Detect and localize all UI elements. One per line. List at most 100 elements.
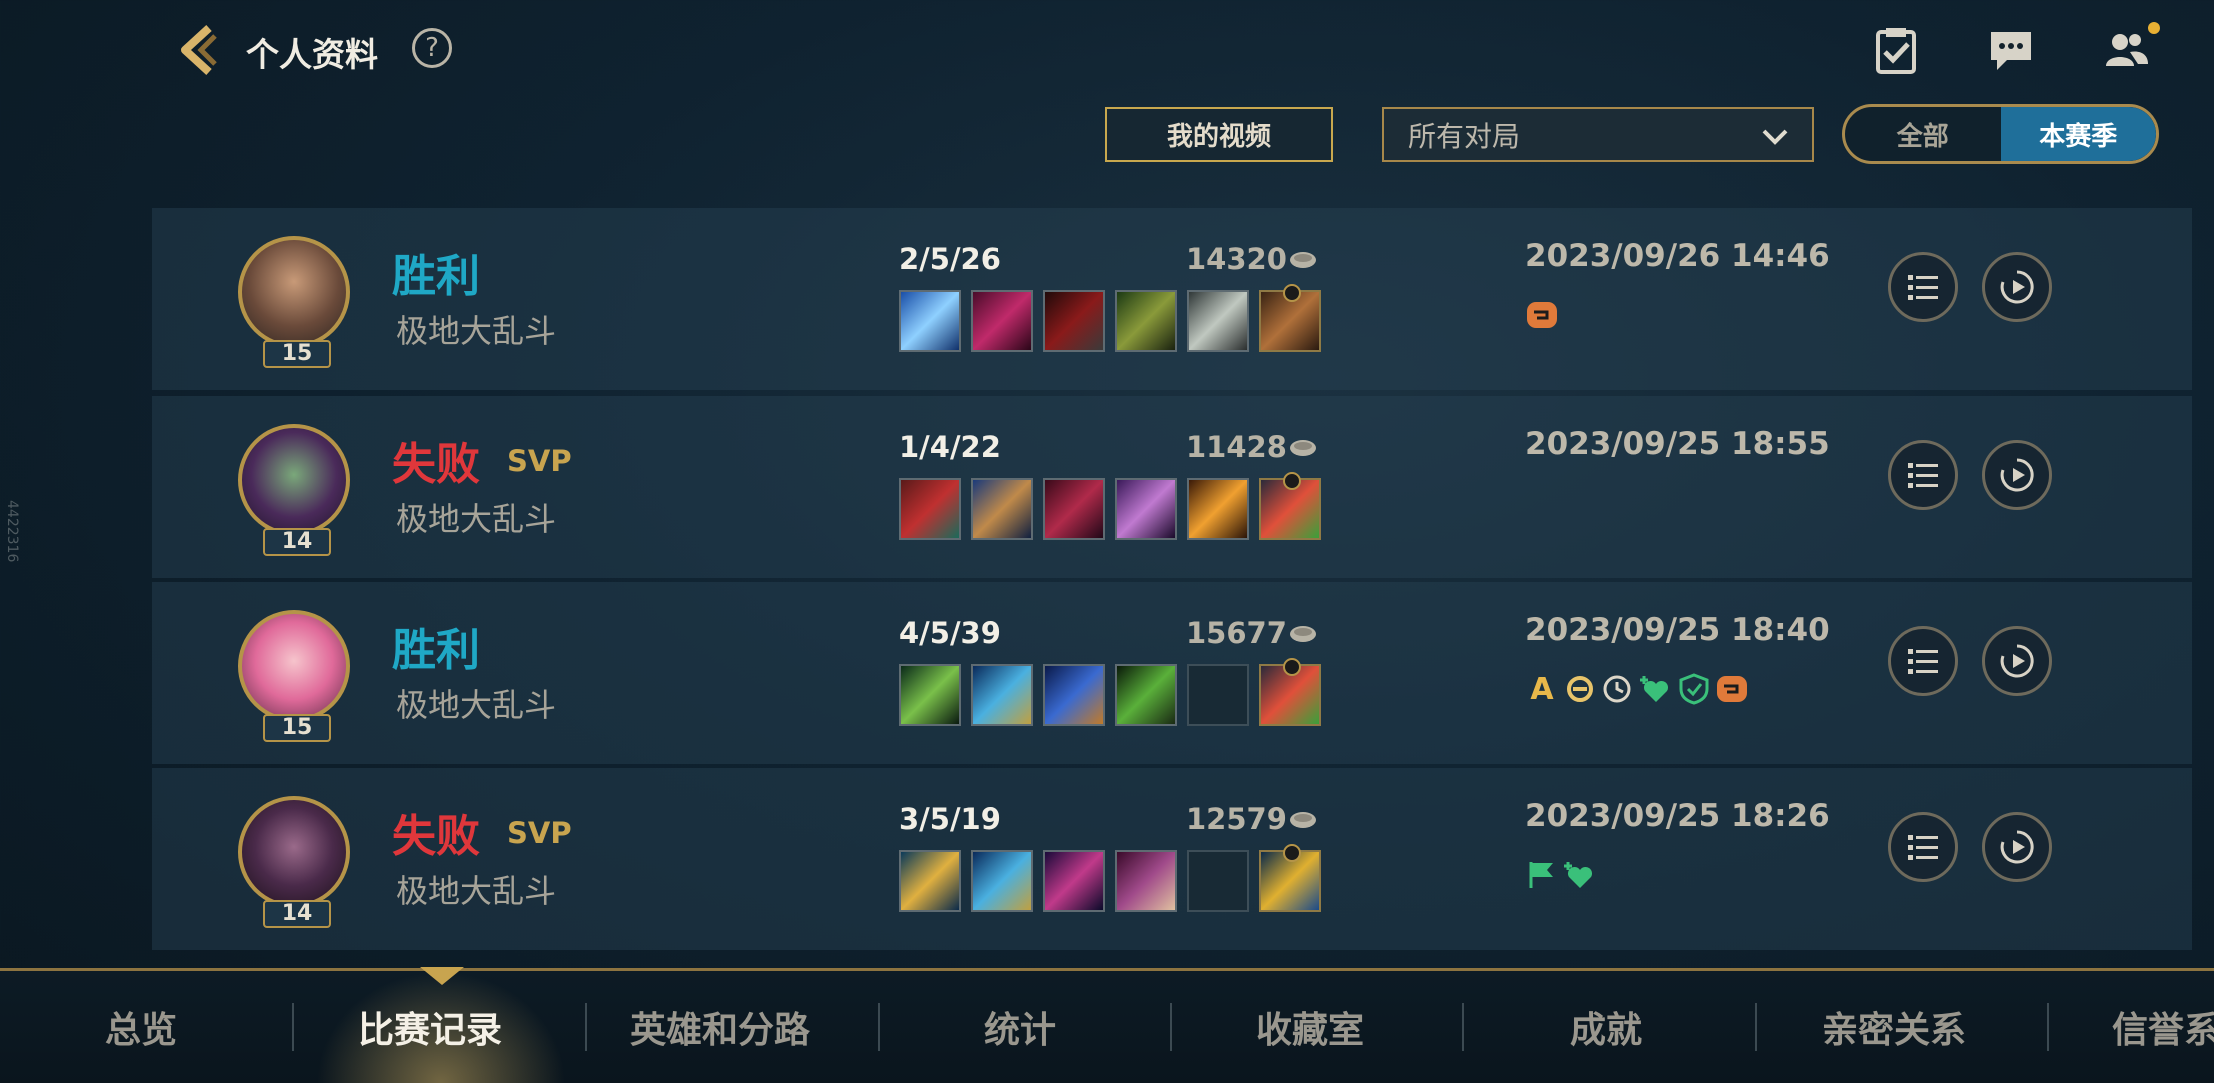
match-result: 失败 [392,439,480,490]
replay-icon [2000,270,2034,304]
item-slots [899,284,1321,352]
trinket-icon[interactable] [1259,472,1321,540]
match-type-select[interactable]: 所有对局 [1382,107,1814,162]
flag-badge-icon [1529,862,1553,888]
match-row[interactable]: 14 失败 SVP 极地大乱斗 3/5/19 12579 2023/09/25 … [152,768,2192,950]
item-icon[interactable] [1115,664,1177,726]
match-badges [1525,298,1559,332]
tab-match-history[interactable]: 比赛记录 [358,1001,502,1053]
replay-button[interactable] [1982,252,2052,322]
champion-level: 15 [263,340,331,368]
item-icon[interactable] [899,664,961,726]
list-icon [1908,649,1938,674]
ward-badge-icon [1717,676,1747,702]
empty-item-slot [1187,664,1249,726]
trinket-marker [1283,844,1301,862]
item-slots [899,472,1321,540]
item-icon[interactable] [1043,478,1105,540]
match-details-button[interactable] [1888,440,1958,510]
champion-level: 14 [263,900,331,928]
item-icon[interactable] [971,290,1033,352]
boots-icon[interactable] [1259,284,1321,352]
page-title: 个人资料 [246,35,378,74]
tab-collection[interactable]: 收藏室 [1256,1001,1364,1053]
back-arrow-icon[interactable] [175,22,231,78]
help-icon[interactable]: ? [412,28,452,68]
item-icon[interactable] [971,850,1033,912]
my-videos-button[interactable]: 我的视频 [1105,107,1333,162]
match-details-button[interactable] [1888,252,1958,322]
champion-avatar [238,236,350,348]
tab-all[interactable]: 全部 [1845,107,2001,161]
active-tab-indicator [420,967,464,985]
nav-divider [1462,1003,1464,1051]
item-icon[interactable] [899,478,961,540]
friends-icon[interactable] [2100,24,2152,76]
trinket-icon[interactable] [1259,844,1321,912]
nav-divider [2047,1003,2049,1051]
game-mode: 极地大乱斗 [396,500,557,538]
match-row[interactable]: 15 胜利 极地大乱斗 2/5/26 14320 2023/09/26 14:4… [152,208,2192,390]
list-icon [1908,463,1938,488]
match-details-button[interactable] [1888,626,1958,696]
item-icon[interactable] [971,478,1033,540]
trinket-marker [1283,284,1301,302]
item-icon[interactable] [899,290,961,352]
item-icon[interactable] [1115,478,1177,540]
tab-statistics[interactable]: 统计 [984,1001,1056,1053]
replay-button[interactable] [1982,440,2052,510]
item-icon[interactable] [1043,850,1105,912]
gold-amount: 14320 [1186,242,1287,276]
game-mode: 极地大乱斗 [396,686,557,724]
item-slots [899,658,1321,726]
match-row[interactable]: 15 胜利 极地大乱斗 4/5/39 15677 2023/09/25 18:4… [152,582,2192,764]
list-icon [1908,275,1938,300]
trinket-marker [1283,472,1301,490]
chevron-down-icon [1762,129,1788,145]
notification-dot [2148,22,2160,34]
champion-avatar [238,610,350,722]
match-details-button[interactable] [1888,812,1958,882]
item-icon[interactable] [1043,290,1105,352]
match-date: 2023/09/25 18:40 [1525,612,1830,648]
match-date: 2023/09/25 18:26 [1525,798,1830,834]
tab-honor[interactable]: 信誉系 [2112,1001,2214,1053]
list-icon [1908,835,1938,860]
gold-icon [1290,812,1316,828]
tab-this-season[interactable]: 本赛季 [2000,107,2156,161]
item-icon[interactable] [1043,664,1105,726]
trinket-marker [1283,658,1301,676]
match-badges [1525,858,1597,892]
kda: 2/5/26 [899,242,1001,276]
side-id: 4422316 [4,500,20,563]
gold-amount: 12579 [1186,802,1287,836]
chat-icon[interactable] [1985,24,2037,76]
item-icon[interactable] [971,664,1033,726]
gold-amount: 11428 [1186,430,1287,464]
tab-relationships[interactable]: 亲密关系 [1822,1001,1966,1053]
kda: 3/5/19 [899,802,1001,836]
item-icon[interactable] [1115,290,1177,352]
item-icon[interactable] [1187,290,1249,352]
item-icon[interactable] [1187,478,1249,540]
game-mode: 极地大乱斗 [396,312,557,350]
replay-icon [2000,644,2034,678]
bottom-nav: 总览 比赛记录 英雄和分路 统计 收藏室 成就 亲密关系 信誉系 [0,967,2214,1083]
time-badge-icon [1603,675,1631,703]
replay-button[interactable] [1982,626,2052,696]
match-type-value: 所有对局 [1408,119,1521,153]
trinket-icon[interactable] [1259,658,1321,726]
heal-badge-icon [1564,862,1593,888]
gold-icon [1290,252,1316,268]
item-icon[interactable] [899,850,961,912]
replay-button[interactable] [1982,812,2052,882]
tab-overview[interactable]: 总览 [105,1001,177,1053]
quest-icon[interactable] [1870,24,1922,76]
season-toggle[interactable]: 全部 本赛季 [1842,104,2159,164]
nav-divider [292,1003,294,1051]
kda: 1/4/22 [899,430,1001,464]
tab-champions-roles[interactable]: 英雄和分路 [630,1001,810,1053]
item-icon[interactable] [1115,850,1177,912]
tab-achievements[interactable]: 成就 [1570,1001,1642,1053]
match-row[interactable]: 14 失败 SVP 极地大乱斗 1/4/22 11428 2023/09/25 … [152,396,2192,578]
